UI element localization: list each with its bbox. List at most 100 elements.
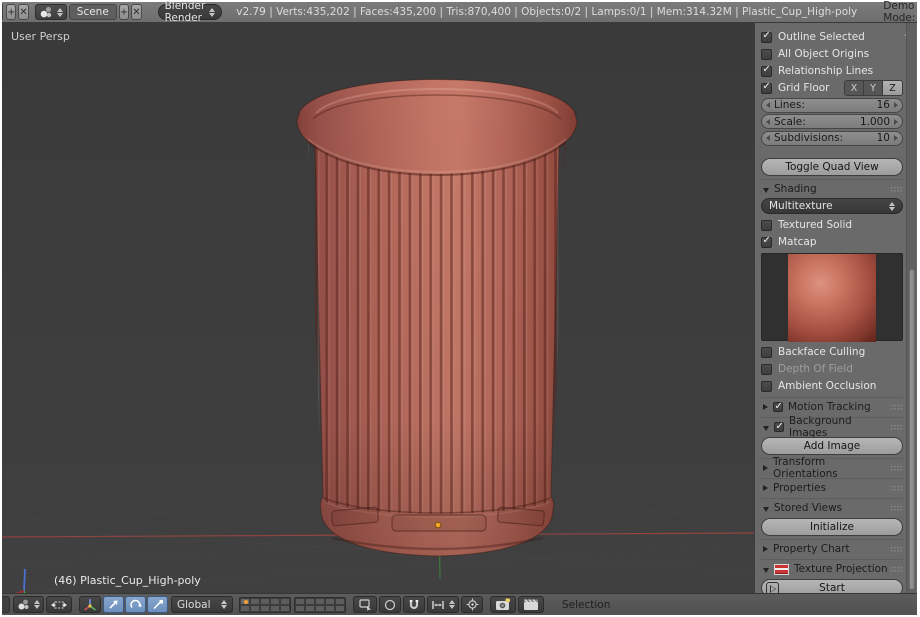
textured-solid-row[interactable]: Textured Solid bbox=[761, 217, 903, 233]
layers-group-2[interactable] bbox=[294, 597, 346, 613]
editor-type-icon[interactable] bbox=[2, 596, 10, 613]
proportional-edit-button[interactable] bbox=[379, 596, 401, 613]
matcap-preview[interactable] bbox=[761, 253, 903, 341]
view-name-label: User Persp bbox=[11, 30, 70, 43]
panel-grip-icon[interactable] bbox=[890, 505, 903, 512]
increment-icon[interactable] bbox=[894, 102, 898, 108]
opengl-render-still-button[interactable] bbox=[490, 596, 516, 613]
manipulator-translate-button[interactable] bbox=[103, 596, 124, 613]
layer-cell-active[interactable] bbox=[240, 598, 250, 605]
manipulator-rotate-button[interactable] bbox=[125, 596, 146, 613]
manipulator-toggle[interactable] bbox=[79, 596, 101, 613]
snap-target-icon bbox=[466, 598, 479, 611]
grid-floor-row[interactable]: Grid Floor X Y Z bbox=[761, 80, 903, 96]
panel-grip-icon[interactable] bbox=[890, 404, 903, 411]
backface-culling-row[interactable]: Backface Culling bbox=[761, 344, 903, 360]
viewport-3d[interactable]: User Persp (46) Plastic_Cup_High-poly bbox=[2, 23, 754, 593]
motion-tracking-panel-header[interactable]: Motion Tracking bbox=[761, 397, 903, 414]
increment-icon[interactable] bbox=[894, 135, 898, 141]
dropdown-arrows-icon bbox=[449, 600, 455, 609]
magnet-icon bbox=[408, 599, 420, 611]
checkbox-icon[interactable] bbox=[761, 83, 772, 94]
add-image-button[interactable]: Add Image bbox=[761, 437, 903, 455]
increment-icon[interactable] bbox=[894, 119, 898, 125]
decrement-icon[interactable] bbox=[766, 102, 770, 108]
checkbox-icon[interactable] bbox=[761, 347, 772, 358]
shading-mode-select[interactable]: Multitexture bbox=[761, 198, 903, 214]
texture-projection-panel-header[interactable]: Texture Projection bbox=[761, 559, 903, 576]
checkbox-label: Ambient Occlusion bbox=[778, 380, 876, 392]
background-images-panel-header[interactable]: Background Images bbox=[761, 417, 903, 434]
panel-grip-icon[interactable] bbox=[890, 465, 903, 472]
properties-panel-header[interactable]: Properties bbox=[761, 478, 903, 495]
orientation-value: Global bbox=[177, 599, 211, 611]
close-layout-button[interactable]: ✕ bbox=[18, 4, 28, 20]
render-engine-value: Blender Render bbox=[165, 0, 206, 24]
manipulator-axes-icon bbox=[83, 598, 97, 612]
shading-panel-header[interactable]: Shading bbox=[761, 179, 903, 196]
delete-scene-button[interactable]: ✕ bbox=[131, 4, 141, 20]
orientation-select[interactable]: Global bbox=[171, 596, 233, 613]
add-layout-button[interactable]: + bbox=[6, 4, 16, 20]
disclosure-icon bbox=[763, 465, 768, 471]
scene-name-field[interactable]: Scene bbox=[69, 4, 117, 20]
checkbox-icon[interactable] bbox=[774, 422, 784, 432]
initialize-button[interactable]: Initialize bbox=[761, 518, 903, 536]
toggle-quad-view-button[interactable]: Toggle Quad View bbox=[761, 158, 903, 176]
decrement-icon[interactable] bbox=[766, 119, 770, 125]
checkbox-icon[interactable] bbox=[761, 49, 772, 60]
proportional-circle-icon bbox=[384, 599, 396, 611]
decrement-icon[interactable] bbox=[766, 135, 770, 141]
stored-views-panel-header[interactable]: Stored Views bbox=[761, 498, 903, 515]
layers-group-1[interactable] bbox=[239, 597, 291, 613]
all-object-origins-row[interactable]: All Object Origins bbox=[761, 46, 903, 62]
camera-icon bbox=[495, 598, 511, 611]
scale-field[interactable]: Scale: 1.000 bbox=[761, 114, 903, 129]
add-scene-button[interactable]: + bbox=[119, 4, 129, 20]
axis-x-toggle[interactable]: X bbox=[845, 81, 864, 95]
depth-of-field-row[interactable]: Depth Of Field bbox=[761, 361, 903, 377]
field-label: Scale: bbox=[774, 116, 806, 128]
checkbox-icon[interactable] bbox=[761, 381, 772, 392]
manipulator-scale-button[interactable] bbox=[147, 596, 168, 613]
axis-z-toggle[interactable]: Z bbox=[883, 81, 902, 95]
translate-icon bbox=[107, 598, 120, 611]
snap-element-select[interactable] bbox=[427, 596, 459, 613]
panel-grip-icon[interactable] bbox=[890, 186, 903, 193]
snap-toggle-button[interactable] bbox=[403, 596, 425, 613]
pivot-point-select[interactable] bbox=[46, 596, 72, 613]
checkbox-icon[interactable] bbox=[761, 66, 772, 77]
editor-type-icon[interactable] bbox=[2, 4, 3, 20]
panel-grip-icon[interactable] bbox=[890, 546, 903, 553]
render-engine-select[interactable]: Blender Render bbox=[158, 4, 223, 20]
checkbox-icon[interactable] bbox=[761, 220, 772, 231]
axis-y-toggle[interactable]: Y bbox=[864, 81, 883, 95]
sidebar-scrollbar[interactable] bbox=[906, 23, 916, 593]
axis-gizmo-icon bbox=[7, 569, 29, 593]
panel-grip-icon[interactable] bbox=[890, 424, 903, 431]
scene-browse-button[interactable] bbox=[35, 4, 67, 20]
cup-object[interactable] bbox=[297, 80, 577, 557]
checkbox-icon[interactable] bbox=[761, 364, 772, 375]
panel-grip-icon[interactable] bbox=[890, 566, 903, 573]
checkbox-icon[interactable] bbox=[761, 237, 772, 248]
checkbox-label: Relationship Lines bbox=[778, 65, 873, 77]
transform-orientations-panel-header[interactable]: Transform Orientations bbox=[761, 458, 903, 475]
ambient-occlusion-row[interactable]: Ambient Occlusion bbox=[761, 378, 903, 394]
lock-to-scene-button[interactable] bbox=[353, 596, 377, 613]
panel-grip-icon[interactable] bbox=[890, 485, 903, 492]
property-chart-panel-header[interactable]: Property Chart bbox=[761, 539, 903, 556]
checkbox-icon[interactable] bbox=[761, 32, 772, 43]
opengl-render-anim-button[interactable] bbox=[518, 596, 544, 613]
relationship-lines-row[interactable]: Relationship Lines bbox=[761, 63, 903, 79]
scrollbar-thumb[interactable] bbox=[909, 269, 915, 590]
subdivisions-field[interactable]: Subdivisions: 10 bbox=[761, 131, 903, 146]
disclosure-icon bbox=[763, 507, 769, 512]
checkbox-icon[interactable] bbox=[773, 402, 783, 412]
mode-select[interactable] bbox=[13, 596, 44, 613]
lines-field[interactable]: Lines: 16 bbox=[761, 98, 903, 113]
outline-selected-row[interactable]: Outline Selected bbox=[761, 29, 903, 45]
lock-icon bbox=[358, 598, 372, 611]
snap-target-button[interactable] bbox=[461, 596, 483, 613]
matcap-row[interactable]: Matcap bbox=[761, 234, 903, 250]
